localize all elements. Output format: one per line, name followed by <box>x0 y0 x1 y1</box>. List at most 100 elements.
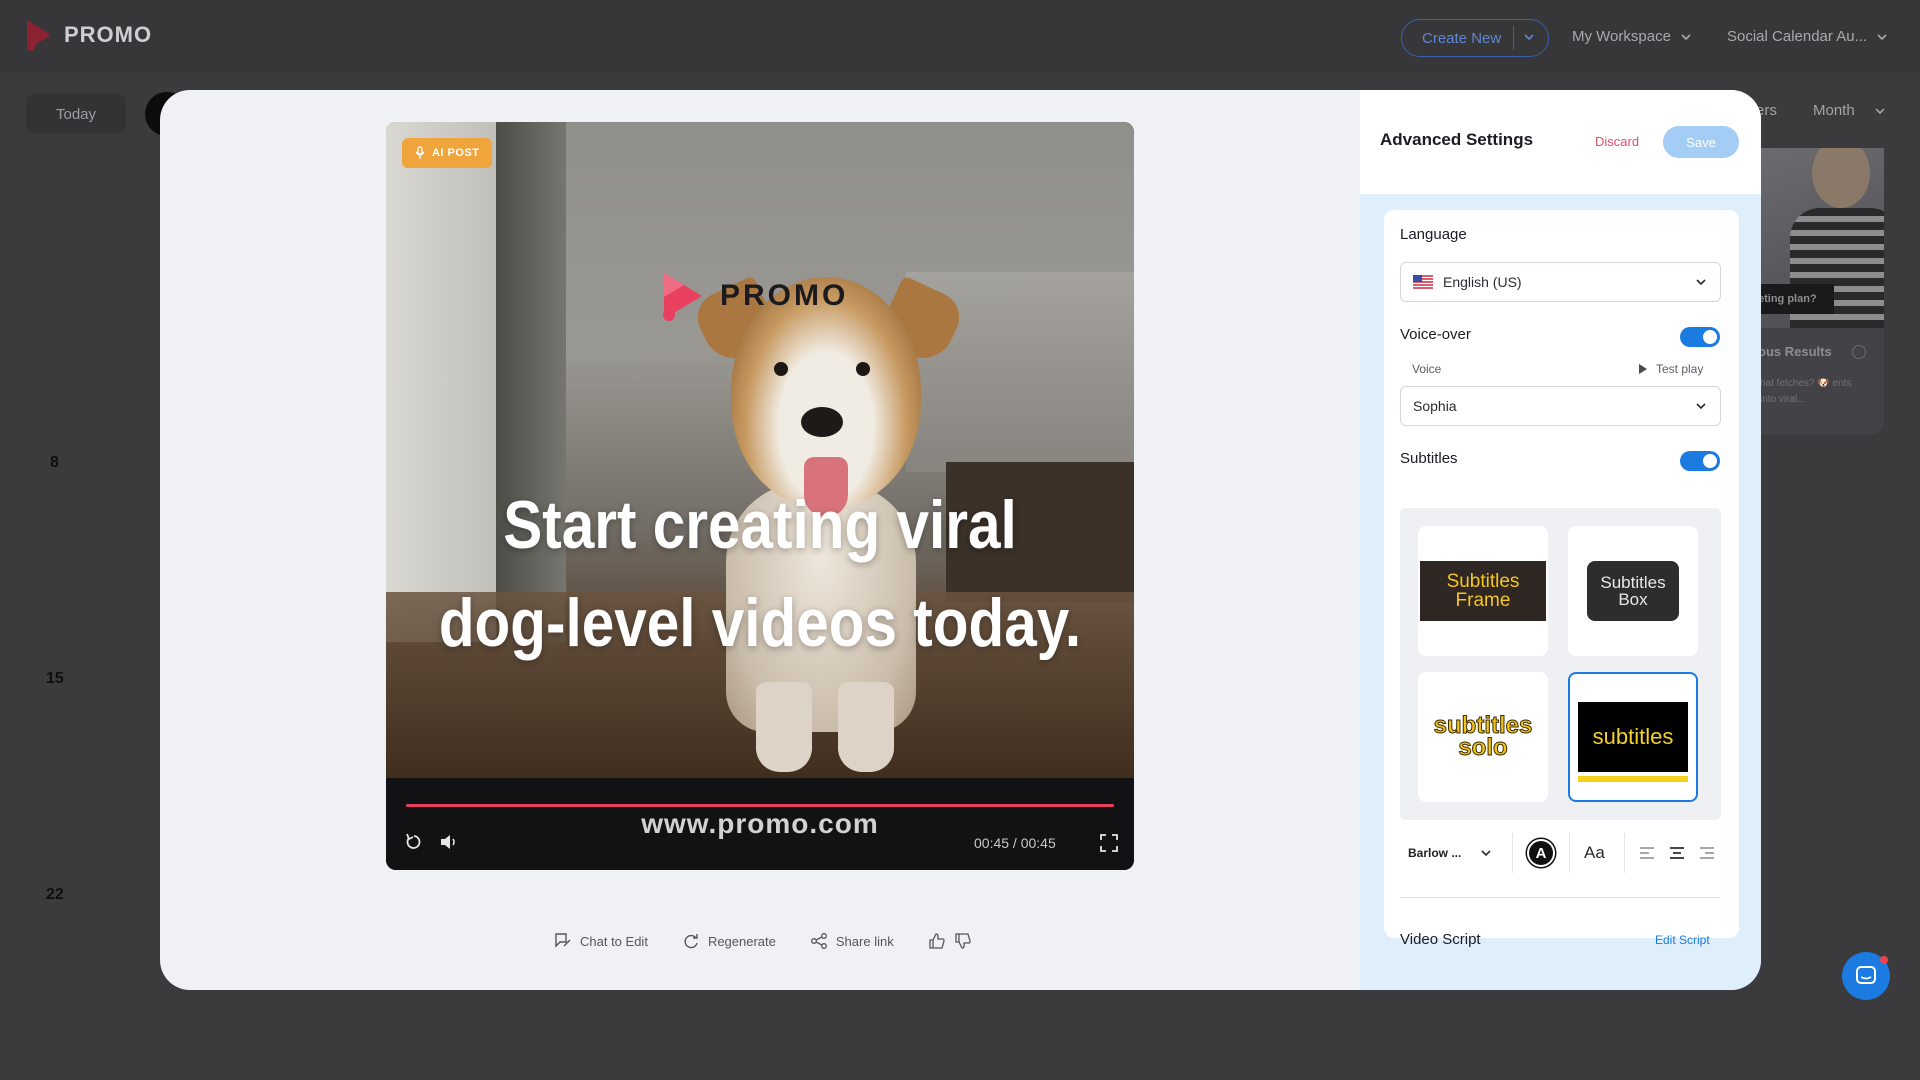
replay-icon[interactable] <box>404 832 424 852</box>
voiceover-label: Voice-over <box>1400 326 1471 343</box>
chevron-down-icon <box>1696 279 1706 286</box>
font-select[interactable]: Barlow ... <box>1400 846 1512 860</box>
notification-dot <box>1880 956 1888 964</box>
style-text: Box <box>1618 590 1648 609</box>
calendar-label: Social Calendar Au... <box>1727 28 1868 45</box>
chevron-down-icon <box>1875 107 1885 114</box>
align-center-icon[interactable] <box>1669 846 1685 860</box>
promo-logo-icon <box>27 20 51 51</box>
regenerate-label: Regenerate <box>707 933 776 949</box>
divider <box>1512 833 1513 873</box>
chat-to-edit-label: Chat to Edit <box>580 933 648 949</box>
action-bar: Chat to Edit Regenerate Share link <box>554 932 972 950</box>
fullscreen-icon[interactable] <box>1100 834 1118 852</box>
panel-title: Advanced Settings <box>1380 130 1534 149</box>
workspace-dropdown[interactable]: My Workspace <box>1572 28 1693 45</box>
subtitle-style-box[interactable]: Subtitles Box <box>1568 526 1698 656</box>
view-dropdown[interactable]: Month <box>1813 102 1887 119</box>
align-right-icon[interactable] <box>1699 846 1715 860</box>
language-value: English (US) <box>1443 274 1522 290</box>
voice-value: Sophia <box>1413 398 1457 414</box>
test-play-button[interactable]: Test play <box>1638 362 1703 376</box>
video-frame <box>386 122 1134 778</box>
text-format-bar: Barlow ... A Aa <box>1400 828 1721 878</box>
workspace-label: My Workspace <box>1572 28 1671 45</box>
discard-button[interactable]: Discard <box>1595 134 1639 149</box>
chat-to-edit-button[interactable]: Chat to Edit <box>554 932 648 950</box>
advanced-settings-panel: Advanced Settings Discard Save Language … <box>1360 90 1761 990</box>
create-new-label: Create New <box>1422 29 1502 47</box>
chat-edit-icon <box>555 933 571 948</box>
view-label: Month <box>1813 102 1855 119</box>
subtitles-toggle[interactable] <box>1680 451 1720 471</box>
chat-icon <box>1856 966 1876 984</box>
settings-card: Language English (US) Voice-over Voice T… <box>1384 210 1739 948</box>
post-title: ous Results <box>1758 344 1832 359</box>
microphone-icon <box>415 146 425 159</box>
progress-bar[interactable] <box>406 804 1114 807</box>
language-select[interactable]: English (US) <box>1400 262 1721 302</box>
subtitle-style-frame[interactable]: Subtitles Frame <box>1418 526 1548 656</box>
app-logo[interactable]: PROMO <box>24 18 152 52</box>
text-case-button[interactable]: Aa <box>1584 843 1610 863</box>
ai-post-badge: AI POST <box>402 138 492 168</box>
text-color-button[interactable]: A <box>1527 839 1555 867</box>
volume-icon[interactable] <box>439 833 459 851</box>
share-link-button[interactable]: Share link <box>810 932 894 950</box>
ai-post-label: AI POST <box>432 147 480 159</box>
divider <box>1513 26 1514 50</box>
style-text: solo <box>1458 734 1508 761</box>
voiceover-toggle[interactable] <box>1680 327 1720 347</box>
subtitle-style-grid: Subtitles Frame Subtitles Box subtitles sol… <box>1400 508 1721 820</box>
info-icon <box>1852 345 1866 359</box>
style-text: Subtitles <box>1600 573 1666 592</box>
divider <box>1624 833 1625 873</box>
edit-script-link[interactable]: Edit Script <box>1655 933 1710 947</box>
chevron-down-icon <box>1681 33 1691 40</box>
style-preview: Subtitles Box <box>1587 561 1679 621</box>
video-logo: PROMO <box>660 270 848 322</box>
chevron-down-icon <box>1696 403 1706 410</box>
subtitles-label: Subtitles <box>1400 450 1458 467</box>
regenerate-button[interactable]: Regenerate <box>682 932 776 950</box>
chevron-down-icon <box>1481 850 1491 857</box>
chevron-down-icon[interactable] <box>1522 30 1536 44</box>
today-button[interactable]: Today <box>26 94 126 134</box>
style-preview: subtitles solo <box>1433 713 1533 761</box>
day-number: 8 <box>50 454 59 471</box>
chevron-down-icon <box>1877 33 1887 40</box>
day-number: 15 <box>46 670 64 687</box>
create-new-button[interactable]: Create New <box>1401 19 1549 57</box>
share-icon <box>810 933 827 949</box>
video-logo-text: PROMO <box>720 279 849 312</box>
regenerate-icon <box>684 934 698 949</box>
align-left-icon[interactable] <box>1639 846 1655 860</box>
video-script-label: Video Script <box>1400 931 1481 948</box>
save-button[interactable]: Save <box>1663 126 1739 158</box>
style-text: Subtitles <box>1446 571 1520 592</box>
video-headline: Start creating viral dog-level videos to… <box>438 476 1081 672</box>
subtitle-style-underline[interactable]: subtitles <box>1568 672 1698 802</box>
headline-line: dog-level videos today. <box>438 585 1082 661</box>
font-value: Barlow ... <box>1408 846 1462 860</box>
us-flag-icon <box>1413 275 1433 289</box>
style-text: Frame <box>1455 590 1511 611</box>
thumbs-down-icon[interactable] <box>954 932 972 950</box>
post-editor-modal: AI POST PROMO Start creating viral dog-l… <box>160 90 1761 990</box>
voice-select[interactable]: Sophia <box>1400 386 1721 426</box>
subtitle-style-solo[interactable]: subtitles solo <box>1418 672 1548 802</box>
day-number: 22 <box>46 886 64 903</box>
calendar-dropdown[interactable]: Social Calendar Au... <box>1727 28 1889 45</box>
panel-header: Advanced Settings Discard Save <box>1360 90 1761 194</box>
play-icon <box>1639 364 1647 374</box>
share-link-label: Share link <box>835 933 894 949</box>
promo-logo-icon <box>663 273 702 321</box>
app-logo-text: PROMO <box>64 22 153 47</box>
style-preview: Subtitles Frame <box>1420 561 1546 621</box>
test-play-label: Test play <box>1656 362 1704 376</box>
video-player[interactable]: AI POST PROMO Start creating viral dog-l… <box>386 122 1134 870</box>
thumbs-up-icon[interactable] <box>928 932 946 950</box>
divider <box>1569 833 1570 873</box>
headline-line: Start creating viral <box>503 487 1017 563</box>
voice-label: Voice <box>1412 362 1442 376</box>
